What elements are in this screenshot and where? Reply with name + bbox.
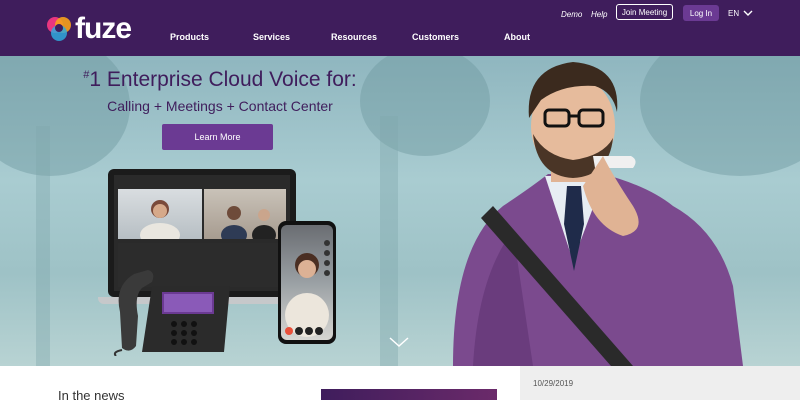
nav-about[interactable]: About bbox=[504, 30, 530, 44]
fuze-logo-icon bbox=[47, 17, 71, 41]
in-the-news-heading: In the news bbox=[58, 388, 125, 403]
featured-card[interactable] bbox=[321, 389, 497, 400]
site-header: fuze Demo Help Join Meeting Log In EN Pr… bbox=[0, 0, 800, 56]
demo-link[interactable]: Demo bbox=[561, 5, 582, 23]
phone-video-screen bbox=[281, 225, 333, 340]
desk-phone-image bbox=[113, 270, 230, 356]
login-button[interactable]: Log In bbox=[683, 5, 719, 21]
hero-title: #1 Enterprise Cloud Voice for: bbox=[0, 68, 440, 92]
nav-products[interactable]: Products bbox=[170, 30, 209, 44]
news-date: 10/29/2019 bbox=[533, 379, 574, 388]
background-column bbox=[380, 116, 398, 366]
hero-subtitle: Calling + Meetings + Contact Center bbox=[107, 98, 333, 114]
video-tile bbox=[118, 189, 202, 247]
background-column bbox=[36, 126, 50, 366]
smartphone-image bbox=[278, 221, 336, 344]
nav-customers[interactable]: Customers bbox=[412, 30, 459, 44]
nav-resources[interactable]: Resources bbox=[331, 30, 377, 44]
scroll-down-chevron-icon[interactable] bbox=[389, 337, 409, 347]
language-label: EN bbox=[728, 8, 740, 18]
video-tile bbox=[204, 189, 286, 245]
nav-services[interactable]: Services bbox=[253, 30, 290, 44]
learn-more-button[interactable]: Learn More bbox=[162, 124, 273, 150]
chevron-down-icon bbox=[743, 10, 753, 16]
help-link[interactable]: Help bbox=[591, 5, 607, 23]
brand-name: fuze bbox=[75, 12, 132, 45]
join-meeting-button[interactable]: Join Meeting bbox=[616, 4, 673, 20]
man-on-phone-image bbox=[453, 62, 743, 366]
language-selector[interactable]: EN bbox=[728, 5, 753, 21]
hero-title-text: 1 Enterprise Cloud Voice for: bbox=[89, 68, 357, 91]
fuze-logo[interactable]: fuze bbox=[46, 12, 132, 45]
hero-banner: #1 Enterprise Cloud Voice for: Calling +… bbox=[0, 56, 800, 366]
